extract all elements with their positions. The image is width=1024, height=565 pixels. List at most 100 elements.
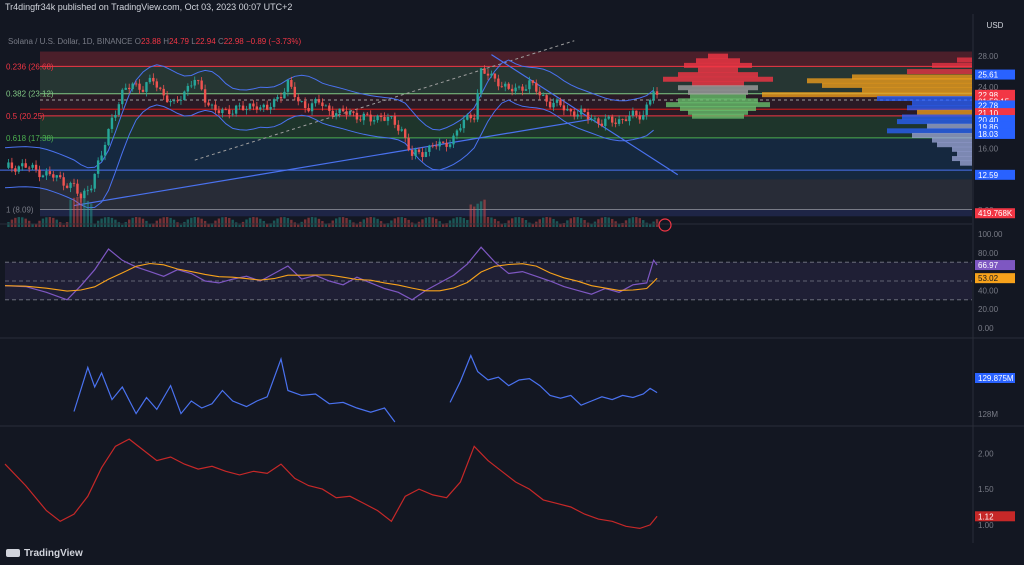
candle-body bbox=[186, 85, 190, 92]
candle-body bbox=[514, 87, 517, 92]
volume-bar bbox=[48, 217, 52, 227]
volume-bar bbox=[117, 222, 121, 227]
volume-bar bbox=[69, 199, 72, 227]
volume-bar bbox=[524, 219, 528, 227]
candle-body bbox=[328, 105, 331, 111]
chart-svg[interactable]: 0.236 (26.68) 0.382 (23.12) 0.5 (20.25) 0.6… bbox=[0, 14, 1024, 551]
price-badge-text: 25.61 bbox=[978, 71, 999, 80]
tradingview-logo[interactable]: TradingView bbox=[6, 543, 83, 565]
ohlc-value: 23.88 bbox=[141, 37, 163, 46]
candle-body bbox=[417, 149, 421, 153]
rsi-tick: 20.00 bbox=[978, 305, 999, 314]
candle-body bbox=[635, 110, 638, 116]
candle-body bbox=[307, 108, 310, 112]
candle-body bbox=[345, 111, 348, 115]
volume-bar bbox=[21, 217, 24, 227]
volume-profile-bar bbox=[912, 100, 972, 106]
volume-bar bbox=[345, 217, 348, 227]
volume-bar bbox=[52, 217, 55, 227]
candle-body bbox=[159, 87, 162, 89]
volume-bar bbox=[366, 217, 369, 227]
volume-bar bbox=[510, 218, 514, 227]
volume-bar bbox=[400, 217, 403, 227]
candle-body bbox=[604, 118, 607, 126]
volume-bar bbox=[103, 217, 107, 227]
candle-body bbox=[176, 100, 179, 102]
volume-profile-bar bbox=[957, 151, 972, 157]
pane3-value-text: 129.875M bbox=[978, 374, 1014, 383]
volume-bar bbox=[314, 217, 317, 227]
candle-body bbox=[172, 100, 176, 102]
pane4-line bbox=[4, 438, 658, 530]
volume-bar bbox=[483, 199, 486, 227]
volume-bar bbox=[369, 217, 372, 227]
candle-body bbox=[283, 91, 286, 99]
volume-bar bbox=[217, 218, 221, 227]
volume-bar bbox=[493, 218, 497, 227]
volume-bar bbox=[17, 217, 20, 227]
candle-body bbox=[286, 79, 290, 92]
volume-bar bbox=[303, 219, 307, 227]
rsi-ma-text: 53.02 bbox=[978, 274, 999, 283]
candle-body bbox=[248, 103, 252, 110]
candle-body bbox=[335, 113, 338, 117]
price-tick: 28.00 bbox=[978, 52, 999, 61]
volume-bar bbox=[252, 217, 255, 227]
candle-body bbox=[476, 92, 479, 120]
pane3-line bbox=[73, 353, 658, 423]
candle-body bbox=[462, 119, 466, 129]
candle-body bbox=[331, 110, 334, 117]
candle-body bbox=[359, 119, 362, 121]
lightning-icon[interactable] bbox=[658, 218, 672, 232]
volume-bar bbox=[276, 218, 279, 227]
fib-label: 0.236 (26.68) bbox=[6, 62, 54, 71]
volume-bar bbox=[141, 218, 145, 227]
candle-body bbox=[421, 152, 424, 157]
candle-body bbox=[341, 108, 345, 112]
candle-body bbox=[14, 168, 17, 172]
volume-bar bbox=[279, 217, 283, 227]
volume-bar bbox=[490, 217, 493, 227]
volume-profile-bar bbox=[907, 69, 972, 75]
volume-bar bbox=[79, 197, 83, 227]
candle-body bbox=[83, 190, 86, 199]
volume-bar bbox=[479, 201, 483, 227]
candle-body bbox=[366, 113, 369, 115]
volume-bar bbox=[455, 217, 459, 227]
candle-body bbox=[642, 115, 645, 120]
ohlc-value: 22.98 bbox=[224, 37, 246, 46]
volume-bar bbox=[310, 217, 314, 227]
candle-body bbox=[24, 163, 27, 168]
volume-bar bbox=[431, 217, 434, 227]
candle-body bbox=[141, 89, 145, 92]
volume-bar bbox=[134, 217, 138, 227]
fixed-range-profile-bar bbox=[708, 53, 728, 59]
candle-body bbox=[576, 114, 579, 117]
volume-profile-bar bbox=[902, 114, 972, 120]
volume-bar bbox=[100, 218, 103, 227]
candle-body bbox=[372, 120, 376, 122]
volume-bar bbox=[224, 217, 227, 227]
candle-body bbox=[65, 185, 69, 188]
volume-bar bbox=[297, 224, 300, 227]
volume-profile-bar bbox=[932, 137, 972, 143]
volume-bar bbox=[355, 224, 359, 227]
price-badge-text: 12.59 bbox=[978, 171, 999, 180]
volume-profile-bar bbox=[957, 57, 972, 63]
candle-body bbox=[424, 151, 428, 157]
candle-body bbox=[648, 99, 652, 105]
candle-body bbox=[21, 163, 24, 167]
volume-bar bbox=[114, 219, 117, 227]
candle-body bbox=[17, 166, 20, 172]
volume-bar bbox=[76, 197, 79, 227]
volume-bar bbox=[466, 219, 469, 227]
candle-body bbox=[466, 114, 469, 120]
candle-body bbox=[262, 104, 265, 108]
candle-body bbox=[497, 78, 500, 87]
candle-body bbox=[597, 118, 600, 124]
candle-body bbox=[7, 162, 10, 168]
candle-body bbox=[228, 109, 231, 114]
volume-bar bbox=[83, 198, 86, 227]
volume-bar bbox=[138, 217, 141, 227]
volume-bar bbox=[169, 217, 172, 227]
